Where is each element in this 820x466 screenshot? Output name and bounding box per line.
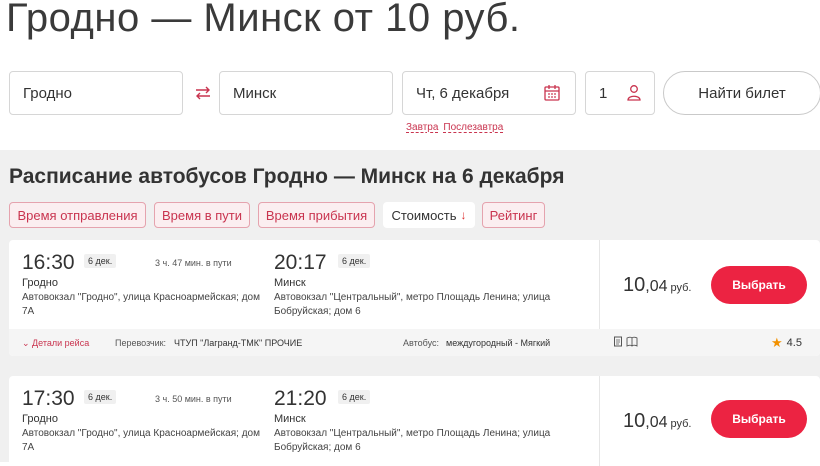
arrival-address: Автовокзал "Центральный", метро Площадь … — [274, 428, 551, 453]
sort-rating-button[interactable]: Рейтинг — [482, 202, 545, 228]
departure-city: Гродно — [22, 277, 58, 289]
price-whole: 10 — [623, 274, 646, 296]
rating-value: 4.5 — [786, 337, 802, 349]
price-currency: руб. — [670, 282, 692, 294]
departure-city: Гродно — [22, 413, 58, 425]
hero-section: Гродно — Минск от 10 руб. Гродно Минск Ч… — [0, 0, 820, 150]
quick-date-day-after[interactable]: Послезавтра — [443, 122, 503, 133]
card-divider — [599, 240, 600, 329]
sort-arrival-button[interactable]: Время прибытия — [258, 202, 375, 228]
sort-price-button[interactable]: Стоимость ↓ — [383, 202, 475, 228]
schedule-title: Расписание автобусов Гродно — Минск на 6… — [9, 165, 565, 188]
passengers-count: 1 — [599, 84, 608, 102]
arrival-city: Минск — [274, 277, 306, 289]
sort-arrow-down-icon: ↓ — [460, 208, 467, 222]
arrival-address: Автовокзал "Центральный", метро Площадь … — [274, 292, 551, 317]
departure-address: Автовокзал "Гродно", улица Красноармейск… — [22, 292, 260, 317]
carrier-label: Перевозчик: — [115, 338, 167, 348]
arrival-date-badge: 6 дек. — [338, 254, 371, 268]
date-value: Чт, 6 декабря — [416, 84, 510, 102]
quick-dates: Завтра Послезавтра — [406, 122, 503, 133]
to-input[interactable]: Минск — [219, 71, 393, 115]
trip-details-bar: ⌄ Детали рейса Перевозчик: ЧТУП "Лагранд… — [9, 329, 820, 356]
document-icon — [614, 336, 622, 347]
departure-time: 17:30 — [22, 387, 75, 410]
departure-date-badge: 6 дек. — [84, 390, 117, 404]
passengers-input[interactable]: 1 — [585, 71, 655, 115]
sort-label: Рейтинг — [489, 207, 538, 223]
date-input[interactable]: Чт, 6 декабря — [402, 71, 576, 115]
trip-details-link[interactable]: ⌄ Детали рейса — [22, 338, 89, 349]
trip-card: 17:30 6 дек. 3 ч. 50 мин. в пути 21:20 6… — [9, 376, 820, 466]
departure-time: 16:30 — [22, 251, 75, 274]
star-icon: ★ — [771, 335, 783, 350]
departure-date-badge: 6 дек. — [84, 254, 117, 268]
book-icon — [626, 336, 638, 347]
sort-label: Время отправления — [17, 207, 138, 223]
sort-label: Время в пути — [162, 207, 242, 223]
schedule-section: Расписание автобусов Гродно — Минск на 6… — [0, 150, 820, 466]
trip-details-label: Детали рейса — [32, 338, 90, 348]
price-currency: руб. — [670, 418, 692, 430]
select-trip-button[interactable]: Выбрать — [711, 266, 807, 304]
price-cents: ,04 — [645, 278, 668, 295]
card-divider — [599, 376, 600, 466]
person-icon — [626, 84, 642, 102]
trip-duration: 3 ч. 47 мин. в пути — [155, 258, 232, 268]
select-trip-button[interactable]: Выбрать — [711, 400, 807, 438]
sort-label: Стоимость — [391, 207, 457, 223]
trip-price: 10,04 руб. — [623, 274, 691, 297]
arrival-time: 20:17 — [274, 251, 327, 274]
sort-label: Время прибытия — [265, 207, 368, 223]
price-cents: ,04 — [645, 414, 668, 431]
trip-card: 16:30 6 дек. 3 ч. 47 мин. в пути 20:17 6… — [9, 240, 820, 356]
departure-address: Автовокзал "Гродно", улица Красноармейск… — [22, 428, 260, 453]
swap-icon[interactable] — [193, 83, 213, 103]
trip-rating: ★ 4.5 — [771, 335, 802, 351]
bus-label: Автобус: — [403, 338, 439, 348]
page-title: Гродно — Минск от 10 руб. — [6, 0, 521, 40]
trip-price: 10,04 руб. — [623, 410, 691, 433]
arrival-city: Минск — [274, 413, 306, 425]
carrier-value: ЧТУП "Лагранд-ТМК" ПРОЧИЕ — [174, 338, 303, 348]
calendar-icon[interactable] — [543, 84, 561, 102]
price-whole: 10 — [623, 410, 646, 432]
from-input[interactable]: Гродно — [9, 71, 183, 115]
sort-departure-button[interactable]: Время отправления — [9, 202, 146, 228]
find-ticket-button[interactable]: Найти билет — [663, 71, 820, 115]
arrival-time: 21:20 — [274, 387, 327, 410]
arrival-date-badge: 6 дек. — [338, 390, 371, 404]
sort-duration-button[interactable]: Время в пути — [154, 202, 250, 228]
amenities — [613, 336, 638, 347]
bus-value: междугородный - Мягкий — [446, 338, 551, 348]
trip-duration: 3 ч. 50 мин. в пути — [155, 394, 232, 404]
quick-date-tomorrow[interactable]: Завтра — [406, 122, 438, 133]
